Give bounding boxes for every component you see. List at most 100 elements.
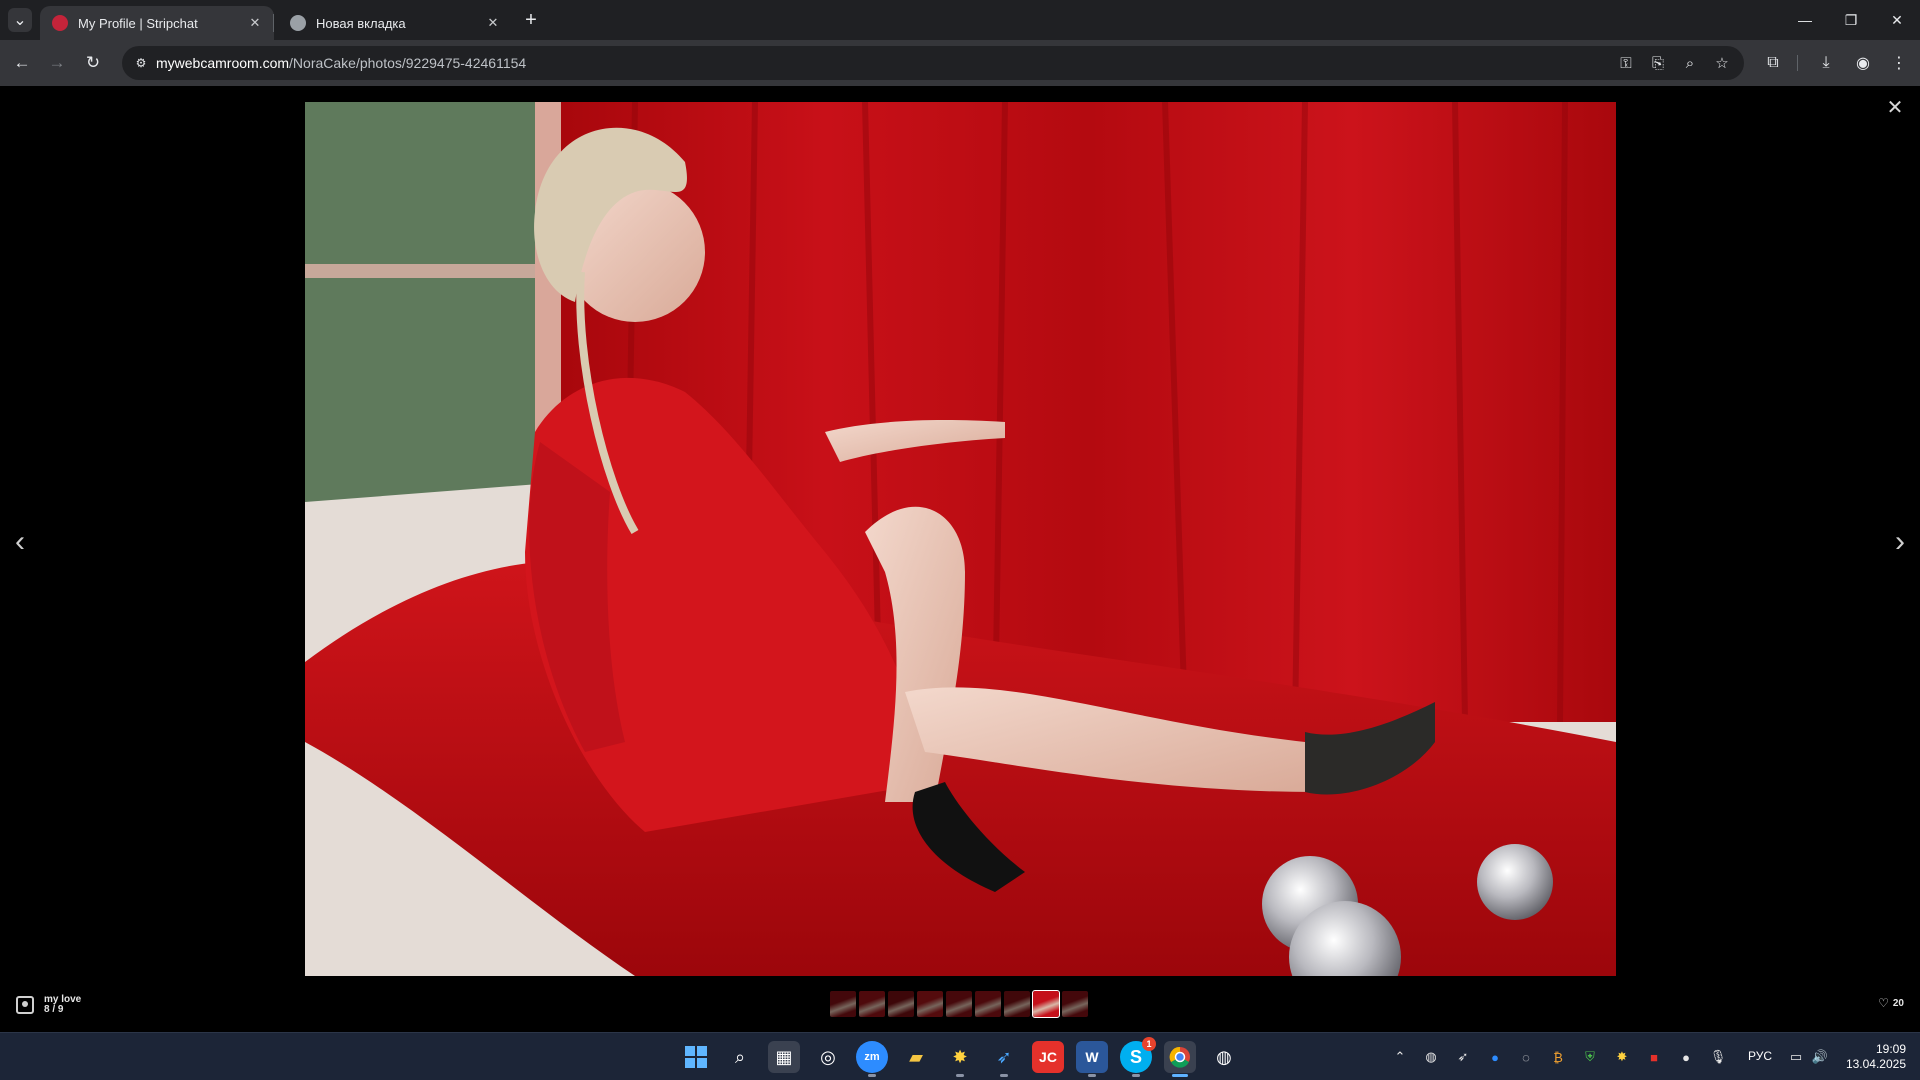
new-tab-button[interactable]: +: [520, 9, 542, 31]
thumbnail-strip: [830, 990, 1088, 1018]
jc-icon: JC: [1039, 1049, 1057, 1065]
viewer-close-button[interactable]: ✕: [1884, 96, 1906, 119]
clock-date: 13.04.2025: [1845, 1057, 1906, 1071]
input-language[interactable]: РУС: [1748, 1049, 1772, 1063]
taskbar-burst-app[interactable]: ✸: [944, 1041, 976, 1077]
skype-notification-badge: 1: [1142, 1037, 1156, 1051]
password-key-icon[interactable]: ⚿: [1616, 53, 1636, 73]
browser-app-icon: ◎: [820, 1046, 836, 1067]
tab-my-profile[interactable]: My Profile | Stripchat ✕: [40, 6, 274, 40]
taskbar-file-explorer[interactable]: ▰: [900, 1041, 932, 1073]
chevron-down-icon: ⌄: [13, 12, 27, 29]
url-host: mywebcamroom.com: [156, 55, 290, 71]
taskbar-jc-app[interactable]: JC: [1032, 1041, 1064, 1073]
photo-thumbnail[interactable]: [917, 991, 943, 1017]
tray-obs-icon[interactable]: ◍: [1421, 1047, 1441, 1067]
windows-taskbar: ⌕ ▦ ◎ zm ▰ ✸ ➶ JC W S 1 ◍ ⌃ ◍ ➶ ● ◌ ₿ ⛨ …: [0, 1032, 1920, 1080]
word-icon: W: [1085, 1049, 1099, 1065]
tab-strip: ⌄ My Profile | Stripchat ✕ Новая вкладка…: [0, 0, 1920, 40]
plus-icon: +: [525, 9, 537, 31]
photo-thumbnail[interactable]: [888, 991, 914, 1017]
restore-button[interactable]: ❐: [1828, 0, 1874, 40]
tab-new-tab[interactable]: Новая вкладка ✕: [278, 6, 512, 40]
photo-thumbnail[interactable]: [859, 991, 885, 1017]
bookmark-star-icon[interactable]: ☆: [1712, 53, 1732, 73]
taskbar-word[interactable]: W: [1076, 1041, 1108, 1077]
downloads-icon[interactable]: ⤓: [1815, 52, 1837, 74]
microphone-icon[interactable]: 🎙: [1708, 1047, 1728, 1067]
window-close-button[interactable]: ✕: [1874, 0, 1920, 40]
network-icon[interactable]: ▭: [1786, 1047, 1806, 1067]
taskbar-chrome[interactable]: [1164, 1041, 1196, 1077]
tray-shield-icon[interactable]: ⛨: [1580, 1047, 1600, 1067]
tray-feather-icon[interactable]: ➶: [1453, 1047, 1473, 1067]
chrome-icon: [1169, 1046, 1190, 1068]
skype-icon: S: [1129, 1046, 1142, 1067]
tab-close-icon[interactable]: ✕: [484, 14, 502, 32]
start-button[interactable]: [680, 1041, 712, 1073]
photo-thumbnail[interactable]: [1004, 991, 1030, 1017]
site-info-icon[interactable]: ⚙: [132, 54, 150, 72]
tray-red-app-icon[interactable]: ■: [1644, 1047, 1664, 1067]
previous-photo-button[interactable]: ‹: [6, 522, 34, 562]
url-text[interactable]: mywebcamroom.com/NoraCake/photos/9229475…: [156, 55, 526, 71]
arrow-right-icon: →: [48, 53, 66, 72]
photo-thumbnail[interactable]: [946, 991, 972, 1017]
menu-kebab-icon[interactable]: ⋮: [1888, 52, 1910, 74]
feather-icon: ➶: [996, 1046, 1012, 1067]
install-app-icon[interactable]: ⎘: [1648, 53, 1668, 73]
tray-zoom-icon[interactable]: ●: [1485, 1047, 1505, 1067]
taskbar-obs[interactable]: ◍: [1208, 1041, 1240, 1073]
obs-icon: ◍: [1216, 1046, 1232, 1067]
back-button[interactable]: ←: [10, 51, 34, 75]
reload-button[interactable]: ↻: [81, 51, 105, 75]
tray-circle-icon[interactable]: ●: [1676, 1047, 1696, 1067]
photo-thumbnail[interactable]: [830, 991, 856, 1017]
address-bar[interactable]: ⚙ mywebcamroom.com/NoraCake/photos/92294…: [122, 46, 1744, 80]
folder-icon: ▰: [909, 1046, 923, 1067]
taskbar-skype[interactable]: S 1: [1120, 1037, 1156, 1077]
zoom-icon: zm: [864, 1051, 880, 1063]
forward-button[interactable]: →: [45, 51, 69, 75]
minimize-button[interactable]: —: [1782, 0, 1828, 40]
tray-bitcoin-icon[interactable]: ₿: [1548, 1047, 1568, 1067]
calculator-icon: ▦: [775, 1046, 793, 1067]
album-info: my love 8 / 9: [16, 994, 81, 1016]
taskbar-search-button[interactable]: ⌕: [724, 1041, 756, 1073]
tab-title: Новая вкладка: [316, 15, 406, 31]
zoom-icon[interactable]: ⌕: [1680, 53, 1700, 73]
chevron-right-icon: ›: [1895, 525, 1905, 558]
likes-counter[interactable]: ♡ 20: [1878, 996, 1904, 1010]
close-icon: ✕: [1886, 96, 1904, 119]
arrow-left-icon: ←: [13, 53, 31, 72]
photo-thumbnail[interactable]: [975, 991, 1001, 1017]
photo-thumbnail[interactable]: [1062, 991, 1088, 1017]
tab-title: My Profile | Stripchat: [78, 15, 198, 31]
tray-app-icon[interactable]: ◌: [1516, 1047, 1536, 1067]
next-photo-button[interactable]: ›: [1886, 522, 1914, 562]
tab-separator: [273, 14, 274, 32]
tray-burst-icon[interactable]: ✸: [1612, 1047, 1632, 1067]
extensions-icon[interactable]: ⧉: [1762, 52, 1784, 74]
url-path: /NoraCake/photos/9229475-42461154: [289, 55, 527, 71]
profile-icon[interactable]: ◉: [1852, 52, 1874, 74]
tray-overflow-chevron-icon[interactable]: ⌃: [1390, 1047, 1410, 1067]
taskbar-feather-app[interactable]: ➶: [988, 1041, 1020, 1077]
minimize-icon: —: [1798, 12, 1812, 28]
taskbar-browser-app[interactable]: ◎: [812, 1041, 844, 1073]
taskbar-calculator[interactable]: ▦: [768, 1041, 800, 1073]
toolbar-separator: [1797, 55, 1798, 71]
stripchat-favicon-icon: [52, 15, 68, 31]
close-icon: ✕: [1891, 11, 1903, 28]
tab-close-icon[interactable]: ✕: [246, 14, 264, 32]
windows-logo-icon: [685, 1046, 707, 1068]
volume-icon[interactable]: 🔊: [1810, 1047, 1830, 1067]
heart-icon: ♡: [1878, 996, 1889, 1010]
taskbar-zoom[interactable]: zm: [856, 1041, 888, 1077]
tab-search-button[interactable]: ⌄: [8, 8, 32, 32]
photo-illustration: [305, 102, 1616, 976]
main-photo: [305, 102, 1616, 976]
system-clock[interactable]: 19:09 13.04.2025: [1840, 1042, 1906, 1072]
likes-count: 20: [1892, 997, 1904, 1009]
photo-thumbnail[interactable]: [1032, 990, 1060, 1018]
